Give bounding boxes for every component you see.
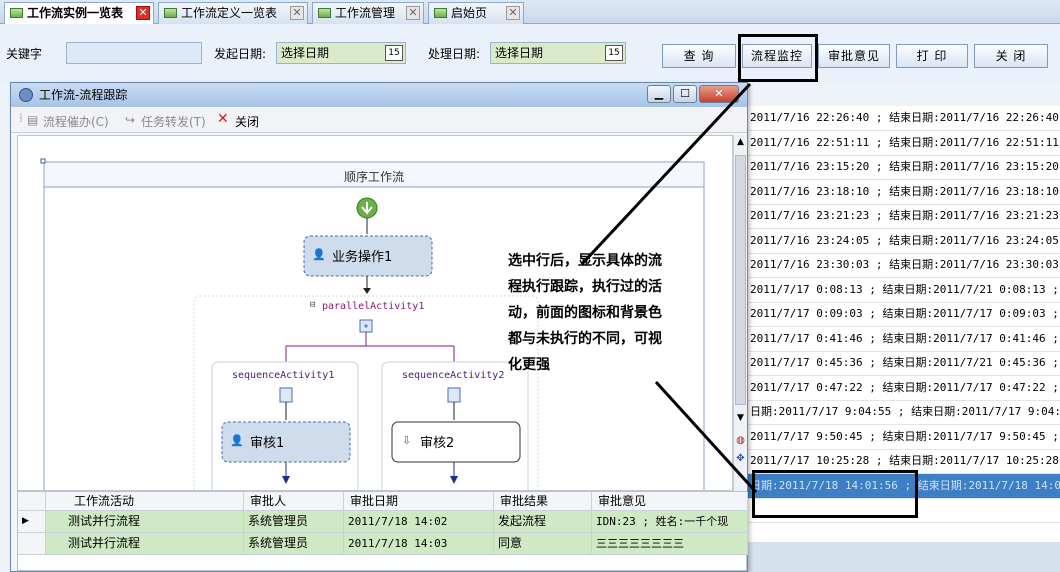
- collapse-icon[interactable]: ⊟: [310, 300, 315, 310]
- toolbar-close-button[interactable]: 关闭: [235, 113, 259, 130]
- tab-workflow-management[interactable]: 工作流管理 ✕: [312, 2, 424, 24]
- parallel-label: parallelActivity1: [322, 301, 425, 312]
- tab-label: 启始页: [451, 6, 488, 20]
- col-date[interactable]: 审批日期: [344, 492, 494, 511]
- workflow-icon: [19, 88, 33, 102]
- process-date-picker[interactable]: 选择日期 15: [490, 42, 626, 64]
- search-bar: 关键字 发起日期: 选择日期 15 处理日期: 选择日期 15 查 询 流程监控…: [0, 24, 1060, 82]
- table-row-activity[interactable]: 测试并行流程: [46, 511, 244, 533]
- tab-workflow-instances[interactable]: 工作流实例一览表 ✕: [4, 2, 154, 25]
- arrow-to-monitor: [580, 82, 752, 266]
- sequence1-label: sequenceActivity1: [232, 370, 335, 381]
- op1-label[interactable]: 业务操作1: [332, 246, 392, 265]
- table-row-date[interactable]: 2011/7/18 14:02: [344, 511, 494, 533]
- tab-start-page[interactable]: 启始页 ✕: [428, 2, 524, 24]
- process-date-placeholder: 选择日期: [495, 46, 544, 60]
- table-icon: [10, 8, 23, 18]
- monitor-highlight-box: [738, 34, 818, 82]
- annotation-arrows: [580, 82, 758, 494]
- approval-detail-table[interactable]: 工作流活动 审批人 审批日期 审批结果 审批意见 ▶ 测试并行流程 系统管理员 …: [17, 491, 748, 571]
- arrow-to-row: [654, 380, 758, 494]
- tab-label: 工作流实例一览表: [27, 6, 124, 20]
- review1-label[interactable]: 审核1: [250, 432, 284, 451]
- toolbar-grip: ⁞: [19, 111, 23, 125]
- close-button[interactable]: 关 闭: [974, 44, 1048, 68]
- sequence1-icon: [279, 387, 293, 403]
- close-icon[interactable]: ✕: [406, 6, 420, 20]
- table-row-result[interactable]: 同意: [494, 533, 592, 555]
- tab-label: 工作流管理: [335, 6, 396, 20]
- table-row-approver[interactable]: 系统管理员: [244, 511, 344, 533]
- opinion-button[interactable]: 审批意见: [818, 44, 890, 68]
- tab-bar: 工作流实例一览表 ✕ 工作流定义一览表 ✕ 工作流管理 ✕ 启始页 ✕: [0, 0, 1060, 25]
- table-row-activity[interactable]: 测试并行流程: [46, 533, 244, 555]
- forward-icon: ↪: [125, 113, 136, 127]
- keyword-input[interactable]: [66, 42, 202, 64]
- col-activity[interactable]: 工作流活动: [46, 492, 244, 511]
- sequence2-label: sequenceActivity2: [402, 370, 505, 381]
- task-icon: ⇩: [402, 434, 412, 447]
- query-button[interactable]: 查 询: [662, 44, 736, 68]
- urge-button[interactable]: 流程催办(C): [43, 113, 109, 130]
- window-title: 工作流-流程跟踪: [39, 88, 128, 102]
- tab-workflow-definitions[interactable]: 工作流定义一览表 ✕: [158, 2, 308, 24]
- tab-label: 工作流定义一览表: [181, 6, 278, 20]
- table-row-opinion[interactable]: 三三三三三三三三: [592, 533, 748, 555]
- calendar-icon[interactable]: 15: [385, 45, 403, 61]
- review2-label[interactable]: 审核2: [420, 432, 454, 451]
- start-date-label: 发起日期:: [214, 47, 267, 61]
- grid-footer: [748, 542, 1060, 572]
- current-row-indicator-icon[interactable]: ▶: [18, 511, 46, 533]
- table-row-date[interactable]: 2011/7/18 14:03: [344, 533, 494, 555]
- user-icon: 👤: [312, 248, 326, 261]
- close-icon[interactable]: ✕: [506, 6, 520, 20]
- forward-button[interactable]: 任务转发(T): [141, 113, 206, 130]
- sequence2-icon: [447, 387, 461, 403]
- table-icon: [164, 8, 177, 18]
- table-row-opinion[interactable]: IDN:23 ; 姓名:一千个现: [592, 511, 748, 533]
- urge-icon: ▤: [27, 113, 39, 127]
- table-row-approver[interactable]: 系统管理员: [244, 533, 344, 555]
- user-icon: 👤: [230, 434, 244, 447]
- row-header-corner: [18, 492, 46, 511]
- col-approver[interactable]: 审批人: [244, 492, 344, 511]
- print-button[interactable]: 打 印: [896, 44, 968, 68]
- table-icon: [318, 8, 331, 18]
- close-icon[interactable]: ✕: [136, 6, 150, 20]
- calendar-icon[interactable]: 15: [605, 45, 623, 61]
- process-date-label: 处理日期:: [428, 47, 481, 61]
- start-date-placeholder: 选择日期: [281, 46, 330, 60]
- keyword-label: 关键字: [6, 47, 43, 61]
- close-icon[interactable]: ✕: [290, 6, 304, 20]
- start-date-picker[interactable]: 选择日期 15: [276, 42, 406, 64]
- close-x-icon: ✕: [217, 111, 229, 127]
- table-row-result[interactable]: 发起流程: [494, 511, 592, 533]
- table-icon: [434, 8, 447, 18]
- row-header[interactable]: [18, 533, 46, 555]
